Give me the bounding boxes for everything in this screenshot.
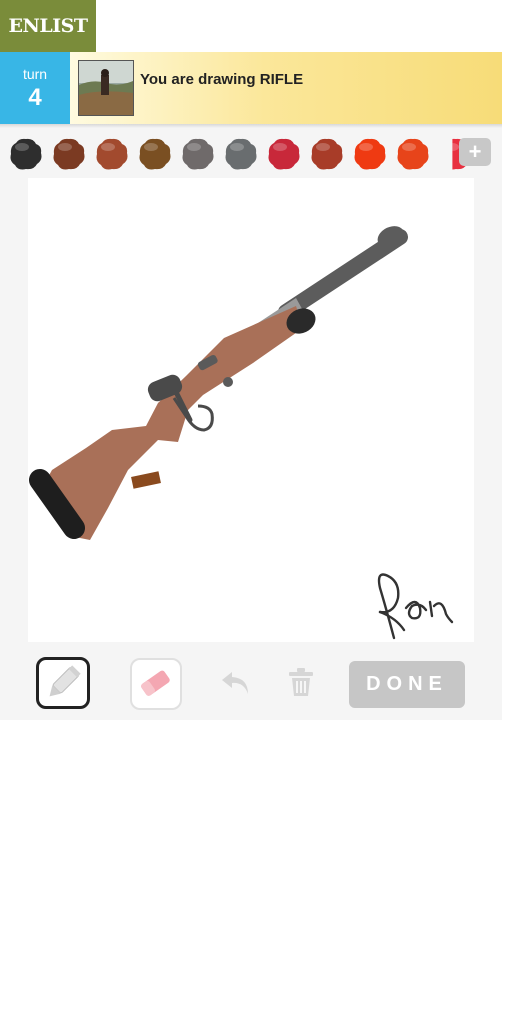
eraser-icon [141, 670, 170, 696]
undo-icon [222, 672, 248, 694]
header: turn 4 You are drawing RIFLE [0, 52, 502, 128]
toolbar: DONE [0, 652, 502, 720]
enlist-badge[interactable]: ENLIST [0, 0, 96, 52]
turn-indicator: turn 4 [0, 52, 70, 124]
pencil-button[interactable] [36, 657, 90, 709]
trash-button[interactable] [286, 664, 316, 700]
turn-label: turn [22, 66, 48, 82]
eraser-button[interactable] [130, 658, 182, 710]
undo-button[interactable] [216, 662, 256, 702]
drawing-canvas[interactable] [28, 178, 474, 642]
color-palette [0, 132, 502, 176]
done-button[interactable]: DONE [349, 661, 465, 708]
avatar[interactable] [78, 60, 134, 116]
color-swatch[interactable] [352, 136, 388, 172]
color-swatch[interactable] [51, 136, 87, 172]
trash-icon [289, 668, 313, 696]
more-colors-button[interactable]: + [459, 138, 491, 166]
color-swatch[interactable] [94, 136, 130, 172]
drawing-prompt: You are drawing RIFLE [140, 71, 304, 88]
draw-something-screen: turn 4 You are drawing RIFLE + DONE [0, 52, 502, 720]
rifle-drawing [29, 226, 454, 640]
header-divider [0, 124, 502, 128]
pencil-icon [49, 665, 81, 697]
color-swatch[interactable] [180, 136, 216, 172]
color-swatch[interactable] [309, 136, 345, 172]
color-swatch[interactable] [395, 136, 431, 172]
color-swatch[interactable] [266, 136, 302, 172]
enlist-label: ENLIST [8, 15, 88, 37]
color-swatch[interactable] [223, 136, 259, 172]
signature-mark [377, 573, 454, 640]
prompt-banner: You are drawing RIFLE [70, 52, 502, 124]
turn-number: 4 [28, 84, 42, 111]
color-swatch[interactable] [8, 136, 44, 172]
color-swatch[interactable] [137, 136, 173, 172]
